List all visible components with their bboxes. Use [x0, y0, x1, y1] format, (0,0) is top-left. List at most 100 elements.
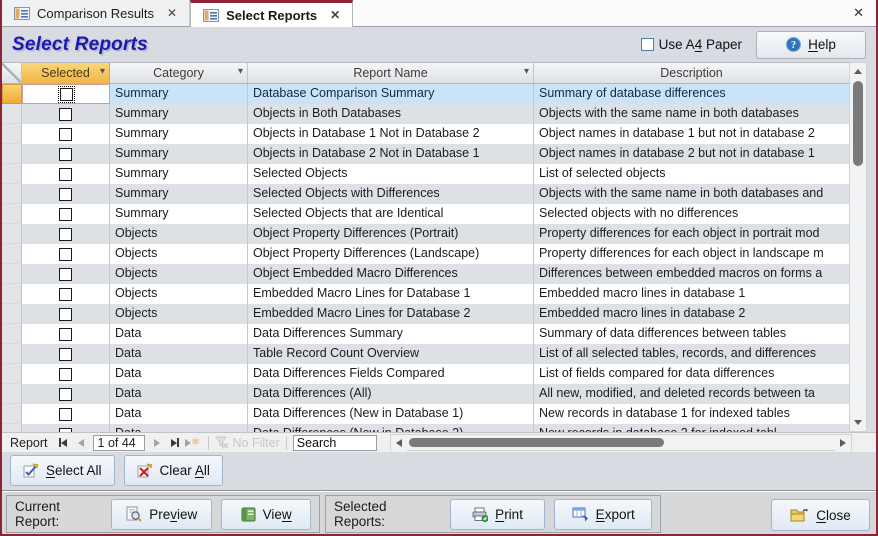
selected-checkbox[interactable] — [59, 128, 72, 141]
use-a4-paper-option[interactable]: Use A4 Paper — [641, 37, 742, 52]
help-button[interactable]: ? Help — [756, 31, 866, 59]
tab-comparison-results[interactable]: Comparison Results ✕ — [2, 0, 190, 26]
report-name-cell[interactable]: Embedded Macro Lines for Database 1 — [248, 284, 534, 304]
tab-close-icon[interactable]: ✕ — [324, 8, 340, 22]
selected-cell[interactable] — [22, 104, 110, 124]
selected-checkbox[interactable] — [59, 268, 72, 281]
column-header-report-name[interactable]: Report Name ▾ — [248, 63, 534, 83]
row-selector[interactable] — [2, 184, 22, 204]
category-cell[interactable]: Data — [110, 404, 248, 424]
row-selector[interactable] — [2, 144, 22, 164]
report-name-cell[interactable]: Selected Objects — [248, 164, 534, 184]
selected-cell[interactable] — [22, 304, 110, 324]
description-cell[interactable]: Embedded macro lines in database 2 — [534, 304, 849, 324]
category-cell[interactable]: Summary — [110, 104, 248, 124]
row-selector[interactable] — [2, 284, 22, 304]
report-name-cell[interactable]: Data Differences (New in Database 1) — [248, 404, 534, 424]
column-header-selected[interactable]: Selected ▾ — [22, 63, 110, 83]
selected-cell[interactable] — [22, 204, 110, 224]
table-row[interactable]: ObjectsEmbedded Macro Lines for Database… — [2, 304, 849, 324]
table-row[interactable]: ObjectsObject Embedded Macro Differences… — [2, 264, 849, 284]
report-name-cell[interactable]: Object Property Differences (Portrait) — [248, 224, 534, 244]
selected-cell[interactable] — [22, 84, 110, 104]
selected-cell[interactable] — [22, 364, 110, 384]
table-row[interactable]: SummaryObjects in Database 1 Not in Data… — [2, 124, 849, 144]
report-name-cell[interactable]: Table Record Count Overview — [248, 344, 534, 364]
new-record-icon[interactable]: ✱ — [185, 435, 201, 451]
scroll-right-icon[interactable] — [835, 435, 851, 451]
selected-checkbox[interactable] — [59, 228, 72, 241]
selected-checkbox[interactable] — [59, 248, 72, 261]
selected-cell[interactable] — [22, 404, 110, 424]
horizontal-scrollbar-thumb[interactable] — [409, 438, 664, 447]
table-row[interactable]: ObjectsObject Property Differences (Land… — [2, 244, 849, 264]
row-selector[interactable] — [2, 384, 22, 404]
grid-corner-cell[interactable] — [2, 63, 22, 83]
selected-cell[interactable] — [22, 324, 110, 344]
table-row[interactable]: DataData Differences (All)All new, modif… — [2, 384, 849, 404]
column-header-category[interactable]: Category ▾ — [110, 63, 248, 83]
scroll-left-icon[interactable] — [391, 435, 407, 451]
report-name-cell[interactable]: Embedded Macro Lines for Database 2 — [248, 304, 534, 324]
row-selector[interactable] — [2, 224, 22, 244]
selected-cell[interactable] — [22, 244, 110, 264]
description-cell[interactable]: Objects with the same name in both datab… — [534, 184, 849, 204]
row-selector[interactable] — [2, 204, 22, 224]
table-row[interactable]: DataData Differences (New in Database 2)… — [2, 424, 849, 432]
selected-checkbox[interactable] — [59, 308, 72, 321]
category-cell[interactable]: Objects — [110, 304, 248, 324]
table-row[interactable]: DataData Differences Fields ComparedList… — [2, 364, 849, 384]
table-row[interactable]: SummarySelected Objects that are Identic… — [2, 204, 849, 224]
description-cell[interactable]: Summary of database differences — [534, 84, 849, 104]
view-button[interactable]: View — [221, 499, 311, 530]
tab-close-icon[interactable]: ✕ — [161, 6, 177, 20]
description-cell[interactable]: Summary of data differences between tabl… — [534, 324, 849, 344]
category-cell[interactable]: Objects — [110, 224, 248, 244]
table-row[interactable]: DataTable Record Count OverviewList of a… — [2, 344, 849, 364]
selected-cell[interactable] — [22, 224, 110, 244]
last-record-icon[interactable] — [167, 435, 183, 451]
report-name-cell[interactable]: Object Embedded Macro Differences — [248, 264, 534, 284]
selected-checkbox[interactable] — [59, 368, 72, 381]
selected-checkbox[interactable] — [59, 348, 72, 361]
description-cell[interactable]: Differences between embedded macros on f… — [534, 264, 849, 284]
category-cell[interactable]: Data — [110, 384, 248, 404]
filter-dropdown-icon[interactable]: ▾ — [100, 66, 105, 77]
tab-select-reports[interactable]: Select Reports ✕ — [190, 0, 353, 27]
report-name-cell[interactable]: Object Property Differences (Landscape) — [248, 244, 534, 264]
row-selector[interactable] — [2, 164, 22, 184]
description-cell[interactable]: New records in database 1 for indexed ta… — [534, 404, 849, 424]
row-selector[interactable] — [2, 304, 22, 324]
selected-cell[interactable] — [22, 384, 110, 404]
report-name-cell[interactable]: Data Differences (New in Database 2) — [248, 424, 534, 432]
row-selector[interactable] — [2, 244, 22, 264]
select-all-button[interactable]: Select All — [10, 455, 115, 486]
category-cell[interactable]: Data — [110, 424, 248, 432]
row-selector[interactable] — [2, 424, 22, 432]
next-record-icon[interactable] — [149, 435, 165, 451]
report-name-cell[interactable]: Data Differences (All) — [248, 384, 534, 404]
selected-checkbox[interactable] — [59, 208, 72, 221]
table-row[interactable]: SummarySelected ObjectsList of selected … — [2, 164, 849, 184]
scroll-up-icon[interactable] — [850, 63, 866, 79]
description-cell[interactable]: Objects with the same name in both datab… — [534, 104, 849, 124]
print-button[interactable]: Print — [450, 499, 546, 530]
no-filter-button[interactable]: No Filter — [215, 436, 280, 450]
description-cell[interactable]: List of selected objects — [534, 164, 849, 184]
selected-checkbox[interactable] — [59, 168, 72, 181]
description-cell[interactable]: List of fields compared for data differe… — [534, 364, 849, 384]
row-selector[interactable] — [2, 264, 22, 284]
selected-checkbox[interactable] — [59, 148, 72, 161]
row-selector[interactable] — [2, 344, 22, 364]
category-cell[interactable]: Summary — [110, 184, 248, 204]
table-row[interactable]: SummaryObjects in Database 2 Not in Data… — [2, 144, 849, 164]
export-button[interactable]: Export — [554, 499, 652, 530]
category-cell[interactable]: Objects — [110, 284, 248, 304]
category-cell[interactable]: Objects — [110, 244, 248, 264]
description-cell[interactable]: Embedded macro lines in database 1 — [534, 284, 849, 304]
selected-checkbox[interactable] — [59, 388, 72, 401]
row-selector[interactable] — [2, 124, 22, 144]
description-cell[interactable]: Object names in database 2 but not in da… — [534, 144, 849, 164]
filter-dropdown-icon[interactable]: ▾ — [524, 66, 529, 77]
category-cell[interactable]: Data — [110, 344, 248, 364]
